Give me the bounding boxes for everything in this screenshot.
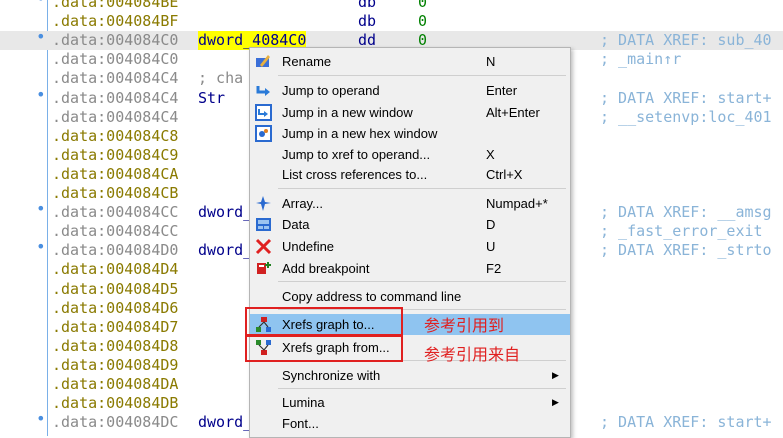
menu-item-copy-address[interactable]: Copy address to command line (250, 286, 570, 307)
address: .data:004084C4 (52, 88, 179, 107)
mnemonic: db (358, 0, 377, 11)
context-menu: Rename N Jump to operand Enter Jump in a… (249, 47, 571, 438)
address: .data:004084CB (52, 184, 179, 202)
menu-item-font[interactable]: Font... (250, 413, 570, 434)
rename-icon (255, 53, 272, 70)
xref-marker-icon: • (36, 199, 46, 219)
mnemonic: db (358, 12, 377, 31)
address: .data:004084C8 (52, 126, 179, 145)
label-name[interactable]: dword_ (198, 241, 252, 260)
menu-item-data[interactable]: Data D (250, 214, 570, 235)
address: .data:004084C4 (52, 69, 179, 88)
address: .data:004084D9 (52, 355, 179, 374)
address: .data:004084C0 (52, 31, 179, 50)
xref-marker-icon: • (36, 409, 46, 429)
menu-item-rename[interactable]: Rename N (250, 51, 570, 72)
xref-marker-icon: • (36, 84, 46, 104)
listing-row[interactable]: .data:004084BF db 0 (0, 12, 783, 31)
breakpoint-icon (255, 260, 272, 277)
address: .data:004084DA (52, 375, 179, 393)
menu-item-undefine[interactable]: Undefine U (250, 236, 570, 257)
menu-item-synchronize-with[interactable]: Synchronize with ▶ (250, 365, 570, 386)
undefine-x-icon (255, 238, 272, 255)
xref-marker-icon: • (36, 0, 46, 8)
annotation-xrefs-to-label: 参考引用到 (424, 316, 505, 335)
submenu-arrow-icon: ▶ (552, 397, 559, 407)
xref-comment: ; DATA XREF: __amsg (600, 203, 772, 222)
address: .data:004084BF (52, 12, 179, 31)
address: .data:004084D7 (52, 317, 179, 336)
address: .data:004084CA (52, 164, 179, 183)
menu-item-list-cross-references[interactable]: List cross references to... Ctrl+X (250, 164, 570, 185)
address: .data:004084D6 (52, 298, 179, 317)
address: .data:004084C9 (52, 145, 179, 164)
menu-separator (278, 281, 566, 282)
menu-item-jump-new-window[interactable]: Jump in a new window Alt+Enter (250, 102, 570, 123)
menu-item-add-breakpoint[interactable]: Add breakpoint F2 (250, 258, 570, 279)
address: .data:004084CC (52, 222, 179, 241)
address: .data:004084D0 (52, 241, 179, 260)
menu-separator (278, 388, 566, 389)
address: .data:004084DB (52, 394, 179, 413)
address: .data:004084C0 (52, 50, 179, 69)
annotation-box-xrefs-from (245, 334, 403, 362)
menu-item-lumina[interactable]: Lumina ▶ (250, 392, 570, 413)
annotation-xrefs-from-label: 参考引用来自 (424, 345, 521, 364)
address: .data:004084DC (52, 413, 179, 432)
data-icon (255, 216, 272, 233)
xref-marker-icon: • (36, 237, 46, 257)
menu-separator (278, 188, 566, 189)
menu-item-jump-to-xref[interactable]: Jump to xref to operand... X (250, 144, 570, 165)
menu-item-jump-to-operand[interactable]: Jump to operand Enter (250, 80, 570, 101)
xref-comment: ; DATA XREF: _strto (600, 241, 772, 260)
xref-comment: ; DATA XREF: sub_40 (600, 31, 772, 50)
jump-arrow-icon (255, 82, 272, 99)
address: .data:004084D4 (52, 260, 179, 279)
xref-comment: ; __setenvp:loc_401 (600, 107, 772, 126)
new-window-icon (255, 104, 272, 121)
hex-window-icon (255, 125, 272, 142)
xref-marker-icon: • (36, 27, 46, 47)
address: .data:004084C4 (52, 107, 179, 126)
menu-separator (278, 75, 566, 76)
address: .data:004084CC (52, 203, 179, 222)
xref-comment: ; _main↑r (600, 50, 682, 69)
xref-comment: ; DATA XREF: start+ (600, 88, 772, 107)
xref-comment: ; DATA XREF: start+ (600, 413, 772, 432)
array-icon (255, 195, 272, 212)
address: .data:004084BE (52, 0, 179, 11)
menu-item-jump-new-hex-window[interactable]: Jump in a new hex window (250, 123, 570, 144)
address: .data:004084D5 (52, 279, 179, 298)
operand-value: 0 (418, 12, 428, 31)
xref-comment: ; _fast_error_exit (600, 222, 763, 241)
menu-item-array[interactable]: Array... Numpad+* (250, 193, 570, 214)
label-name[interactable]: dword_ (198, 413, 252, 432)
annotation-box-xrefs-to (245, 307, 403, 337)
inline-comment: ; cha (198, 69, 244, 88)
operand-value: 0 (418, 0, 428, 11)
address: .data:004084D8 (52, 336, 179, 355)
label-name[interactable]: dword_ (198, 203, 252, 222)
label-name[interactable]: Str (198, 89, 225, 108)
submenu-arrow-icon: ▶ (552, 370, 559, 380)
listing-row[interactable]: • .data:004084BE db 0 (0, 0, 783, 12)
